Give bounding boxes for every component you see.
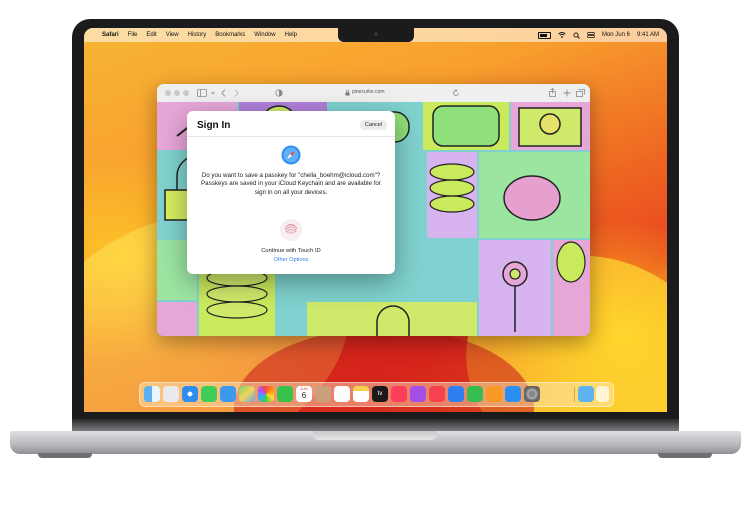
laptop-foot-right xyxy=(658,453,712,458)
menu-history[interactable]: History xyxy=(188,32,207,38)
messages-icon[interactable] xyxy=(201,386,217,402)
calendar-day: 6 xyxy=(301,391,307,400)
zoom-window-button[interactable] xyxy=(183,90,189,96)
share-icon[interactable] xyxy=(549,88,556,97)
safari-toolbar: pinecurke.com xyxy=(157,84,590,103)
numbers-icon[interactable] xyxy=(467,386,483,402)
sign-in-dialog: Sign In Cancel Do you want to save a pas… xyxy=(187,111,395,274)
continue-touch-id-label: Continue with Touch ID xyxy=(261,248,321,254)
minimize-window-button[interactable] xyxy=(174,90,180,96)
photos-icon[interactable] xyxy=(258,386,274,402)
keynote-icon[interactable] xyxy=(448,386,464,402)
chevron-down-icon[interactable] xyxy=(211,90,215,96)
contacts-icon[interactable] xyxy=(315,386,331,402)
tab-overview-icon[interactable] xyxy=(576,89,585,97)
dock-separator xyxy=(574,387,575,402)
dialog-divider xyxy=(187,136,395,137)
tv-label: tv xyxy=(377,391,383,397)
wifi-icon[interactable] xyxy=(558,32,566,38)
menu-file[interactable]: File xyxy=(128,32,138,38)
safari-compass-icon xyxy=(281,145,301,165)
trash-icon[interactable] xyxy=(596,386,609,402)
pages-icon[interactable] xyxy=(486,386,502,402)
close-window-button[interactable] xyxy=(165,90,171,96)
menu-safari[interactable]: Safari xyxy=(102,32,119,38)
calendar-icon[interactable]: JUN 6 xyxy=(296,386,312,402)
camera xyxy=(374,32,378,36)
dialog-message: Do you want to save a passkey for "chell… xyxy=(201,172,381,196)
laptop-foot-left xyxy=(38,453,92,458)
privacy-report-icon[interactable] xyxy=(275,89,283,97)
battery-icon[interactable] xyxy=(537,31,551,39)
reminders-icon[interactable] xyxy=(334,386,350,402)
music-icon[interactable] xyxy=(391,386,407,402)
dialog-title: Sign In xyxy=(197,120,231,131)
downloads-folder-icon[interactable] xyxy=(578,386,594,402)
lock-icon xyxy=(345,90,350,96)
forward-icon[interactable] xyxy=(234,89,239,97)
menubar-date[interactable]: Mon Jun 6 xyxy=(602,32,630,38)
app-store-icon[interactable] xyxy=(505,386,521,402)
apple-tv-icon[interactable]: tv xyxy=(372,386,388,402)
touch-id-icon[interactable] xyxy=(280,219,302,241)
menu-window[interactable]: Window xyxy=(254,32,275,38)
status-area: Mon Jun 6 9:41 AM xyxy=(537,28,659,42)
dock: JUN 6 tv xyxy=(139,382,614,407)
safari-icon[interactable] xyxy=(182,386,198,402)
laptop-hinge xyxy=(72,419,679,431)
news-icon[interactable] xyxy=(429,386,445,402)
menu-help[interactable]: Help xyxy=(285,32,297,38)
reload-icon[interactable] xyxy=(452,89,460,97)
maps-icon[interactable] xyxy=(239,386,255,402)
control-center-icon[interactable] xyxy=(587,32,595,38)
menubar-time[interactable]: 9:41 AM xyxy=(637,32,659,38)
launchpad-icon[interactable] xyxy=(163,386,179,402)
new-tab-icon[interactable] xyxy=(563,89,571,97)
sidebar-icon[interactable] xyxy=(197,89,207,97)
menu-view[interactable]: View xyxy=(166,32,179,38)
notes-icon[interactable] xyxy=(353,386,369,402)
cancel-button[interactable]: Cancel xyxy=(359,120,387,130)
address-bar[interactable]: pinecurke.com xyxy=(352,89,385,95)
menu-edit[interactable]: Edit xyxy=(146,32,156,38)
mail-icon[interactable] xyxy=(220,386,236,402)
search-icon[interactable] xyxy=(573,31,580,39)
laptop-thumb-notch xyxy=(313,431,437,440)
finder-icon[interactable] xyxy=(144,386,160,402)
back-icon[interactable] xyxy=(221,89,226,97)
other-options-link[interactable]: Other Options xyxy=(187,257,395,263)
facetime-icon[interactable] xyxy=(277,386,293,402)
system-preferences-icon[interactable] xyxy=(524,386,540,402)
podcasts-icon[interactable] xyxy=(410,386,426,402)
menu-bookmarks[interactable]: Bookmarks xyxy=(215,32,245,38)
